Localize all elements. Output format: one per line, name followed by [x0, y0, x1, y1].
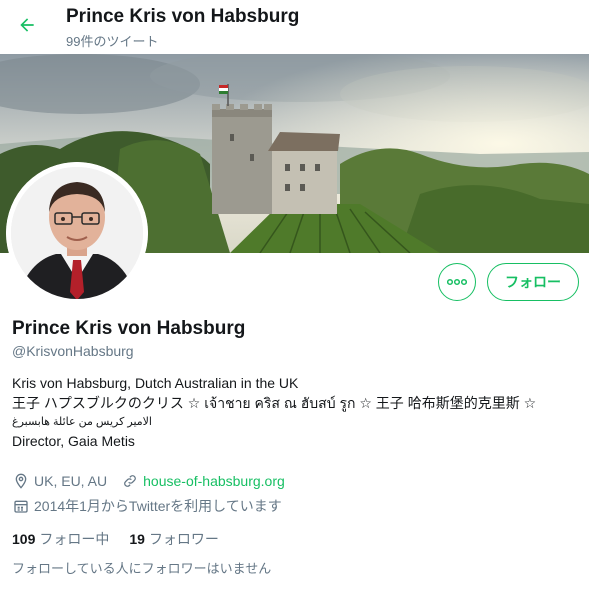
followers-stat[interactable]: 19 フォロワー [129, 529, 219, 549]
header-title: Prince Kris von Habsburg [66, 6, 300, 27]
website-link[interactable]: house-of-habsburg.org [143, 473, 285, 489]
bio-line: Director, Gaia Metis [12, 433, 135, 449]
tweet-count: 99件のツイート [66, 34, 159, 49]
link-icon [121, 472, 139, 490]
display-name: Prince Kris von Habsburg [12, 318, 246, 339]
location-text: UK, EU, AU [34, 473, 108, 489]
more-options-button[interactable] [438, 263, 476, 301]
followers-label: フォロワー [148, 531, 219, 547]
follow-stats: 109 フォロー中 19 フォロワー [12, 529, 219, 549]
bio-line: 王子 ハプスブルクのクリス ☆ เจ้าชาย คริส ณ ฮับสบ์ รู… [12, 395, 537, 411]
following-label: フォロー中 [39, 531, 110, 547]
back-button[interactable] [12, 12, 42, 42]
joined-date: 2014年1月からTwitterを利用しています [34, 498, 282, 514]
more-dots-icon [447, 278, 467, 286]
bio-line: Kris von Habsburg, Dutch Australian in t… [12, 375, 299, 391]
profile-meta-location-row: UK, EU, AU house-of-habsburg.org [12, 472, 285, 490]
profile-header-bar: Prince Kris von Habsburg 99件のツイート [0, 0, 589, 53]
bio-line: الامير كريس من عائلة هابسبرغ [12, 416, 152, 428]
user-handle: @KrisvonHabsburg [12, 343, 134, 359]
follow-button[interactable]: フォロー [487, 263, 579, 301]
following-count: 109 [12, 531, 36, 547]
profile-bio: Kris von Habsburg, Dutch Australian in t… [12, 373, 582, 451]
profile-avatar[interactable] [6, 162, 148, 304]
followers-count: 19 [129, 531, 145, 547]
followers-you-know-note: フォローしている人にフォロワーはいません [12, 561, 272, 576]
calendar-icon [12, 497, 30, 515]
following-stat[interactable]: 109 フォロー中 [12, 529, 109, 549]
location-pin-icon [12, 472, 30, 490]
arrow-left-icon [17, 15, 37, 40]
profile-meta-joined-row: 2014年1月からTwitterを利用しています [12, 496, 282, 516]
